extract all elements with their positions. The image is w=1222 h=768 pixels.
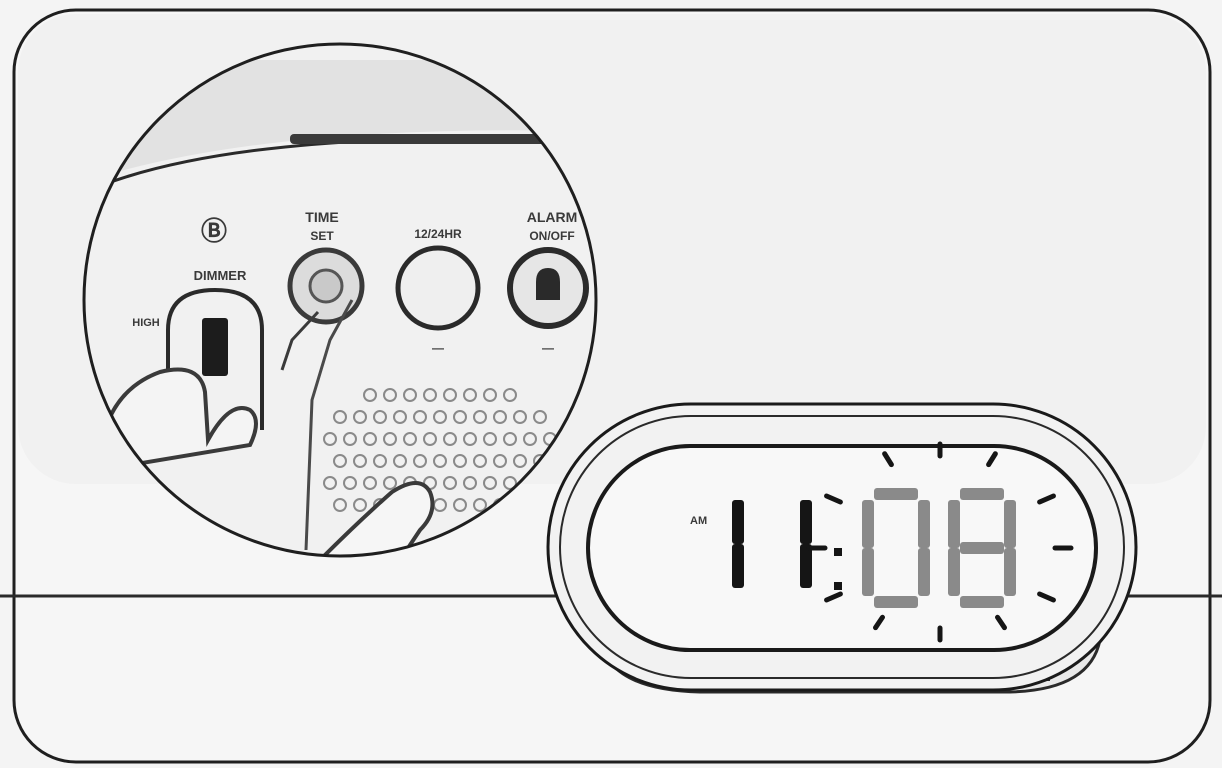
- dimmer-icon: Ⓑ: [201, 216, 227, 246]
- time-set-label-line2: SET: [310, 229, 334, 243]
- colon-bottom: [834, 582, 842, 590]
- bell-icon: [536, 268, 560, 300]
- alarm-button[interactable]: [507, 247, 589, 329]
- segment-g: [960, 542, 1004, 554]
- dimmer-label: DIMMER: [194, 268, 247, 283]
- alarm-label-line2: ON/OFF: [529, 229, 574, 243]
- segment-e: [862, 548, 874, 596]
- segment-f: [948, 500, 960, 548]
- colon-top: [834, 548, 842, 556]
- am-indicator: AM: [690, 515, 707, 527]
- segment-a: [874, 488, 918, 500]
- segment-b: [800, 500, 812, 544]
- segment-c: [732, 544, 744, 588]
- high-label: HIGH: [132, 317, 160, 329]
- segment-b: [918, 500, 930, 548]
- hour-format-label: 12/24HR: [414, 227, 462, 241]
- segment-c: [1004, 548, 1016, 596]
- segment-e: [948, 548, 960, 596]
- segment-b: [1004, 500, 1016, 548]
- segment-f: [862, 500, 874, 548]
- segment-c: [918, 548, 930, 596]
- alarm-label-line1: ALARM: [527, 209, 578, 225]
- dimmer-slider-knob[interactable]: [202, 318, 228, 376]
- time-set-label-line1: TIME: [305, 209, 338, 225]
- hour-format-sub: —: [432, 341, 444, 355]
- alarm-sub: —: [542, 341, 554, 355]
- segment-c: [800, 544, 812, 588]
- time-set-button[interactable]: [287, 247, 365, 325]
- hour-format-button[interactable]: [395, 245, 481, 331]
- segment-d: [960, 596, 1004, 608]
- alarm-clock: AM: [546, 402, 1138, 694]
- segment-b: [732, 500, 744, 544]
- top-slot: [290, 134, 550, 144]
- segment-a: [960, 488, 1004, 500]
- instruction-illustration: Ⓑ DIMMER HIGH TIME SET 12/24HR — ALARM O…: [0, 8, 1222, 764]
- segment-d: [874, 596, 918, 608]
